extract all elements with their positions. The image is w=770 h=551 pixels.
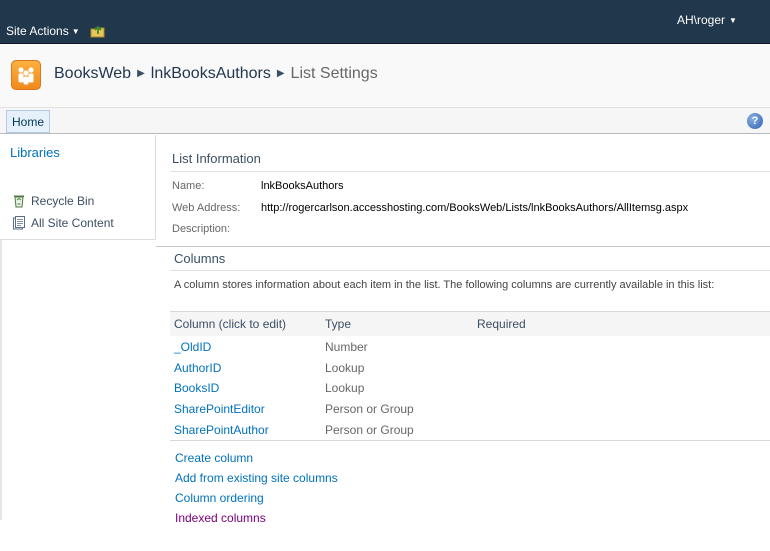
table-row: SharePointEditor Person or Group: [170, 399, 770, 420]
columns-table-header: Column (click to edit) Type Required: [170, 311, 770, 336]
column-name-link[interactable]: SharePointEditor: [174, 402, 265, 416]
columns-description: A column stores information about each i…: [174, 279, 715, 291]
column-type: Person or Group: [325, 402, 414, 416]
list-information-title: List Information: [172, 151, 261, 166]
quick-launch: Libraries Recycle Bin All Site Content: [0, 135, 156, 240]
header-type: Type: [325, 317, 352, 331]
column-name-link[interactable]: SharePointAuthor: [174, 423, 269, 437]
chevron-down-icon: ▼: [729, 16, 737, 25]
description-label: Description:: [172, 223, 231, 235]
help-icon[interactable]: ?: [747, 113, 763, 129]
section-divider: [156, 246, 770, 247]
page-title: List Settings: [290, 65, 378, 82]
table-bottom-divider: [170, 440, 770, 441]
user-name: AH\roger: [677, 13, 726, 27]
page-left-border: [0, 240, 2, 520]
recycle-bin-icon: [14, 195, 24, 208]
columns-title: Columns: [174, 251, 226, 266]
nav-item-label: Recycle Bin: [31, 194, 95, 208]
people-icon: [18, 67, 34, 85]
breadcrumb-list-link[interactable]: lnkBooksAuthors: [151, 65, 271, 82]
table-row: _OldID Number: [170, 337, 770, 358]
nav-item-label: All Site Content: [31, 216, 114, 230]
nav-all-site-content[interactable]: All Site Content: [12, 216, 114, 230]
title-area: BooksWeb ▶ lnkBooksAuthors ▶ List Settings: [0, 44, 770, 107]
breadcrumb-separator-icon: ▶: [276, 68, 285, 79]
header-column: Column (click to edit): [174, 317, 287, 331]
column-ordering-link[interactable]: Column ordering: [175, 491, 264, 505]
column-type: Lookup: [325, 381, 365, 395]
breadcrumb: BooksWeb ▶ lnkBooksAuthors ▶ List Settings: [54, 65, 378, 83]
column-type: Lookup: [325, 361, 365, 375]
navigate-up-icon[interactable]: [90, 24, 106, 38]
breadcrumb-site-link[interactable]: BooksWeb: [54, 65, 131, 82]
section-divider: [170, 270, 770, 271]
chevron-down-icon: ▼: [71, 27, 80, 36]
nav-recycle-bin[interactable]: Recycle Bin: [12, 194, 94, 208]
site-logo[interactable]: [11, 60, 41, 90]
add-existing-site-columns-link[interactable]: Add from existing site columns: [175, 471, 338, 485]
user-menu[interactable]: AH\roger ▼: [677, 13, 737, 27]
header-required: Required: [477, 317, 526, 331]
column-type: Person or Group: [325, 423, 414, 437]
site-content-icon: [13, 216, 25, 230]
table-row: SharePointAuthor Person or Group: [170, 420, 770, 441]
column-name-link[interactable]: BooksID: [174, 381, 219, 395]
column-name-link[interactable]: AuthorID: [174, 361, 221, 375]
top-navigation-bar: Site Actions ▼ AH\roger ▼: [0, 0, 770, 44]
create-column-link[interactable]: Create column: [175, 451, 253, 465]
tab-home[interactable]: Home: [6, 110, 51, 133]
site-actions-menu[interactable]: Site Actions ▼: [6, 24, 80, 38]
name-value: lnkBooksAuthors: [261, 180, 344, 192]
column-name-link[interactable]: _OldID: [174, 340, 211, 354]
breadcrumb-separator-icon: ▶: [137, 68, 145, 79]
nav-libraries-link[interactable]: Libraries: [10, 145, 60, 160]
table-row: BooksID Lookup: [170, 378, 770, 399]
web-address-value: http://rogercarlson.accesshosting.com/Bo…: [261, 202, 689, 214]
web-address-label: Web Address:: [172, 202, 241, 214]
indexed-columns-link[interactable]: Indexed columns: [175, 511, 266, 525]
section-divider: [170, 171, 770, 172]
ribbon-tab-row: Home ?: [0, 107, 770, 134]
table-row: AuthorID Lookup: [170, 358, 770, 379]
site-actions-label: Site Actions: [6, 24, 69, 38]
column-type: Number: [325, 340, 368, 354]
name-label: Name:: [172, 180, 205, 192]
